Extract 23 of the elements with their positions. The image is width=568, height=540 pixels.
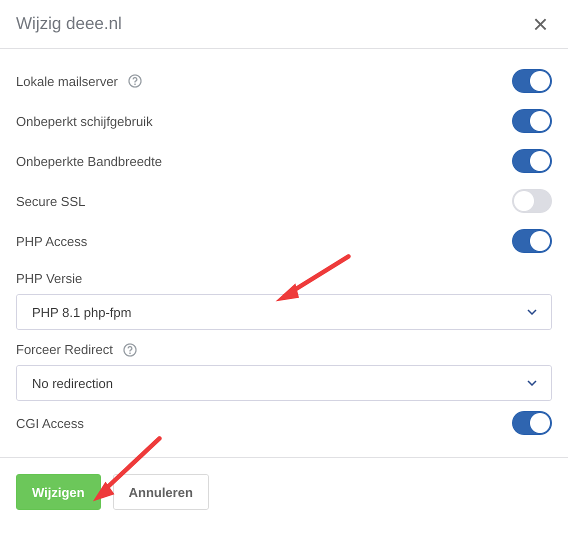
field-label: PHP Versie [16, 271, 82, 286]
field-label: PHP Access [16, 234, 88, 248]
dialog-title: Wijzig deee.nl [16, 14, 122, 34]
cancel-button[interactable]: Annuleren [112, 474, 209, 510]
help-icon[interactable] [122, 342, 137, 356]
chevron-down-icon [527, 309, 537, 315]
field-label: Secure SSL [16, 194, 86, 208]
field-label: CGI Access [16, 416, 84, 430]
toggle-switch[interactable] [512, 109, 552, 133]
select-field[interactable]: PHP 8.1 php-fpm [16, 294, 552, 330]
field-label: Onbeperkte Bandbreedte [16, 154, 162, 168]
toggle-switch[interactable] [512, 229, 552, 253]
toggle-switch[interactable] [512, 69, 552, 93]
field-label: Onbeperkt schijfgebruik [16, 114, 153, 128]
chevron-down-icon [527, 380, 537, 386]
toggle-switch[interactable] [512, 149, 552, 173]
field-label: Lokale mailserver [16, 74, 118, 88]
toggle-switch[interactable] [512, 189, 552, 213]
select-field[interactable]: No redirection [16, 365, 552, 401]
close-button[interactable]: × [528, 11, 552, 37]
toggle-switch[interactable] [512, 411, 552, 435]
field-label: Forceer Redirect [16, 342, 113, 357]
help-icon[interactable] [128, 74, 142, 88]
